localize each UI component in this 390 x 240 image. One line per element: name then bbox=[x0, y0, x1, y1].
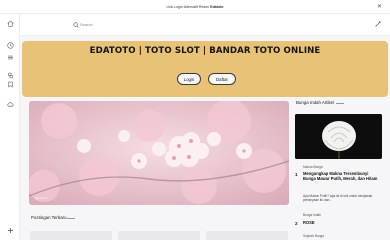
link-icon[interactable] bbox=[6, 71, 14, 79]
left-sidebar bbox=[0, 14, 20, 240]
latest-posts-title: Postingan Terbaru bbox=[31, 215, 67, 220]
article-number: 1 bbox=[295, 172, 298, 177]
plus-icon[interactable] bbox=[6, 226, 14, 234]
article-title-link[interactable]: ROSE bbox=[303, 220, 381, 225]
login-button[interactable]: Login bbox=[177, 73, 201, 85]
top-header bbox=[20, 14, 390, 36]
announcement-bar: Link Login Alternatif Resmi Edatoto ✕ bbox=[0, 0, 390, 14]
bookmark-icon[interactable] bbox=[6, 80, 14, 88]
post-card[interactable] bbox=[206, 231, 288, 240]
article-number: 2 bbox=[295, 221, 298, 226]
post-card[interactable] bbox=[118, 231, 200, 240]
clock-icon[interactable] bbox=[6, 41, 14, 49]
sidebar-title: Bunga Indah Artikel bbox=[296, 100, 335, 105]
announcement-brand-link[interactable]: Edatoto bbox=[210, 5, 223, 9]
home-icon[interactable] bbox=[6, 19, 14, 27]
article-category: Bunga Indah bbox=[303, 213, 322, 217]
article-excerpt: Apa Mawar Putih? apa isi di sini untuk m… bbox=[303, 194, 373, 202]
search-input[interactable] bbox=[80, 20, 200, 29]
post-card[interactable] bbox=[30, 231, 112, 240]
article-category: Makna Bunga bbox=[303, 165, 323, 169]
rose-image[interactable] bbox=[295, 114, 382, 159]
hero-title: EDATOTO | TOTO SLOT | BANDAR TOTO ONLINE bbox=[89, 46, 321, 56]
announcement-text: Link Login Alternatif Resmi bbox=[166, 4, 210, 9]
cherry-blossom-image bbox=[29, 101, 289, 205]
close-icon[interactable]: ✕ bbox=[377, 3, 382, 11]
featured-image[interactable]: @edatoto bbox=[29, 101, 289, 205]
search-icon[interactable] bbox=[73, 22, 79, 28]
divider bbox=[336, 103, 344, 104]
hero-banner: EDATOTO | TOTO SLOT | BANDAR TOTO ONLINE… bbox=[22, 41, 388, 97]
divider bbox=[67, 218, 75, 219]
menu-icon[interactable] bbox=[6, 53, 14, 61]
cloud-icon[interactable] bbox=[6, 100, 14, 108]
daftar-button[interactable]: Daftar bbox=[208, 73, 236, 85]
image-watermark: @edatoto bbox=[35, 196, 49, 200]
article-category: Sejarah Bunga bbox=[303, 234, 325, 238]
article-title-link[interactable]: Mengungkap Makna Tersembunyi Bunga Mawar… bbox=[303, 171, 381, 181]
theme-toggle-icon[interactable] bbox=[374, 20, 382, 28]
